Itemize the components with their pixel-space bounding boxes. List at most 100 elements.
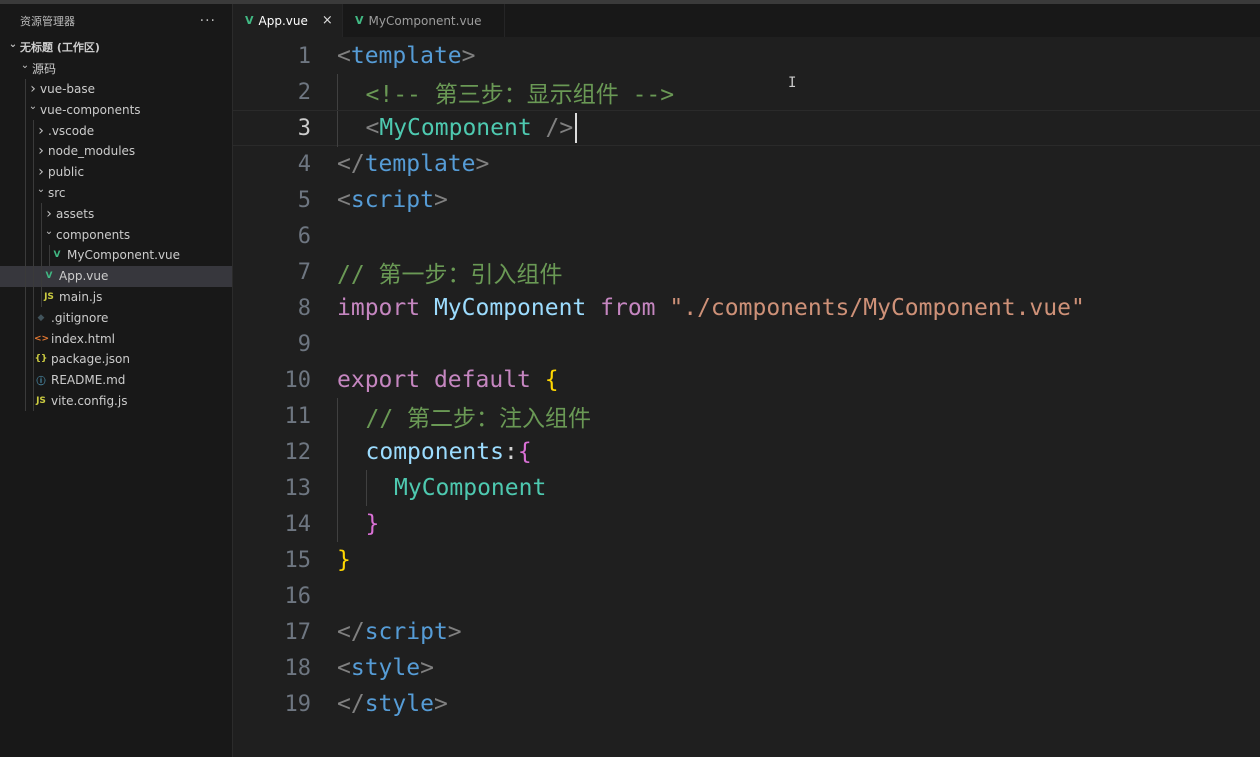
vue-icon: V	[53, 250, 61, 261]
line-number: 1	[297, 43, 311, 69]
code-text: MyComponent	[394, 470, 546, 506]
chevron-right-icon[interactable]: ›	[42, 206, 56, 222]
code-line[interactable]: 14}	[233, 506, 1260, 542]
tree-item[interactable]: {} package.json	[0, 348, 232, 370]
tree-item[interactable]: › assets	[0, 203, 232, 225]
explorer-header: 资源管理器 ···	[0, 4, 232, 37]
tree-item[interactable]: ◆ .gitignore	[0, 307, 232, 329]
code-token: >	[447, 619, 462, 645]
tree-item[interactable]: ⌄ vue-components	[0, 99, 232, 121]
line-number: 16	[284, 583, 312, 609]
tab-mycomponent-vue[interactable]: V MyComponent.vue	[343, 4, 505, 37]
tree-item[interactable]: › public	[0, 161, 232, 183]
chevron-right-icon[interactable]: ›	[34, 164, 48, 180]
code-line[interactable]: 9	[233, 326, 1260, 362]
code-line[interactable]: 15}	[233, 542, 1260, 578]
indent-guide	[33, 265, 34, 287]
tree-item-label: README.md	[51, 373, 126, 388]
code-line[interactable]: 12 components:{	[233, 434, 1260, 470]
tree-item-label: main.js	[59, 289, 103, 304]
code-token: }	[337, 547, 351, 573]
tree-item-label: assets	[56, 206, 95, 221]
code-text: }	[337, 542, 351, 578]
vue-icon: V	[245, 14, 254, 27]
chevron-right-icon[interactable]: ›	[34, 143, 48, 159]
chevron-right-icon[interactable]: ›	[34, 123, 48, 139]
code-token: >	[475, 151, 490, 177]
code-text: <!-- 第三步：显示组件 -->	[366, 74, 675, 110]
tree-item[interactable]: V App.vue	[0, 265, 232, 287]
code-token: >	[461, 43, 476, 69]
code-line[interactable]: 2 <!-- 第三步：显示组件 -->	[233, 74, 1260, 110]
code-token: :	[503, 439, 518, 465]
code-text: </template >	[337, 146, 489, 182]
code-text: </script >	[337, 614, 462, 650]
tree-item[interactable]: › .vscode	[0, 120, 232, 141]
tree-item[interactable]: ⓘ README.md	[0, 369, 232, 391]
chevron-down-icon[interactable]: ⌄	[42, 226, 56, 237]
indent-guide	[337, 398, 338, 434]
line-number: 8	[297, 295, 311, 321]
indent-guide	[33, 224, 34, 245]
code-line[interactable]: 17 </script >	[233, 614, 1260, 650]
tree-item[interactable]: › node_modules	[0, 140, 232, 162]
explorer-title: 资源管理器	[20, 14, 75, 28]
code-editor[interactable]: I 1 < template >2 <!-- 第三步：显示组件 --> 3 < MyCompo…	[233, 37, 1260, 757]
code-line[interactable]: 7 // 第一步：引入组件	[233, 254, 1260, 290]
more-actions-icon[interactable]: ···	[200, 13, 216, 29]
indent-guide	[25, 307, 26, 329]
line-number: 15	[284, 547, 312, 573]
code-line[interactable]: 3 < MyComponent />	[233, 110, 1260, 147]
code-line[interactable]: 16	[233, 578, 1260, 614]
code-token: script	[364, 619, 448, 645]
chevron-right-icon[interactable]: ›	[26, 81, 40, 97]
indent-guide	[49, 244, 50, 266]
indent-guide	[25, 182, 26, 204]
tree-item-label: vue-base	[40, 81, 96, 96]
tree-item[interactable]: › vue-base	[0, 78, 232, 100]
tab-app-vue[interactable]: V App.vue ×	[233, 4, 343, 37]
tree-item[interactable]: <> index.html	[0, 328, 232, 349]
indent-guide	[25, 78, 26, 100]
code-line[interactable]: 11 // 第二步：注入组件	[233, 398, 1260, 434]
code-token: style	[364, 691, 434, 717]
indent-guide	[41, 244, 42, 266]
code-line[interactable]: 13 MyComponent	[233, 470, 1260, 506]
code-token: </	[337, 151, 365, 177]
indent-guide	[25, 161, 26, 183]
code-line[interactable]: 19 </style >	[233, 686, 1260, 722]
editor-tab-bar: V App.vue × V MyComponent.vue	[233, 4, 1260, 37]
tree-item[interactable]: JS vite.config.js	[0, 390, 232, 412]
code-token: template	[364, 151, 476, 177]
code-text: < template >	[337, 38, 476, 74]
chevron-down-icon[interactable]: ⌄	[34, 184, 48, 195]
line-number: 14	[284, 511, 312, 537]
code-line[interactable]: 8 import MyComponent from "./components/M…	[233, 290, 1260, 326]
line-number: 17	[284, 619, 312, 645]
tree-item[interactable]: JS main.js	[0, 286, 232, 308]
chevron-down-icon[interactable]: ⌄	[6, 39, 20, 50]
line-number: 19	[284, 691, 312, 717]
tree-item[interactable]: V MyComponent.vue	[0, 244, 232, 266]
code-line[interactable]: 18 < style >	[233, 650, 1260, 686]
code-line[interactable]: 5 < script >	[233, 182, 1260, 218]
code-line[interactable]: 1 < template >	[233, 38, 1260, 74]
code-token: components	[365, 439, 504, 465]
tree-item[interactable]: ⌄ components	[0, 224, 232, 245]
chevron-down-icon[interactable]: ⌄	[26, 101, 40, 112]
code-line[interactable]: 6	[233, 218, 1260, 254]
tree-item-label: node_modules	[48, 144, 136, 159]
code-token: >	[433, 187, 448, 213]
git-icon: ◆	[37, 312, 45, 323]
tree-item[interactable]: ⌄ 源码	[0, 58, 232, 79]
tab-label: MyComponent.vue	[368, 13, 482, 28]
tree-item[interactable]: ⌄ src	[0, 182, 232, 204]
code-token: // 第一步：引入组件	[337, 262, 563, 288]
code-token: </	[337, 691, 365, 717]
close-icon[interactable]: ×	[322, 13, 333, 28]
chevron-down-icon[interactable]: ⌄	[18, 60, 32, 71]
tree-item[interactable]: ⌄ 无标题 (工作区)	[0, 37, 232, 58]
code-line[interactable]: 4 </template >	[233, 146, 1260, 182]
text-caret	[575, 113, 578, 143]
code-line[interactable]: 10 export default {	[233, 362, 1260, 398]
